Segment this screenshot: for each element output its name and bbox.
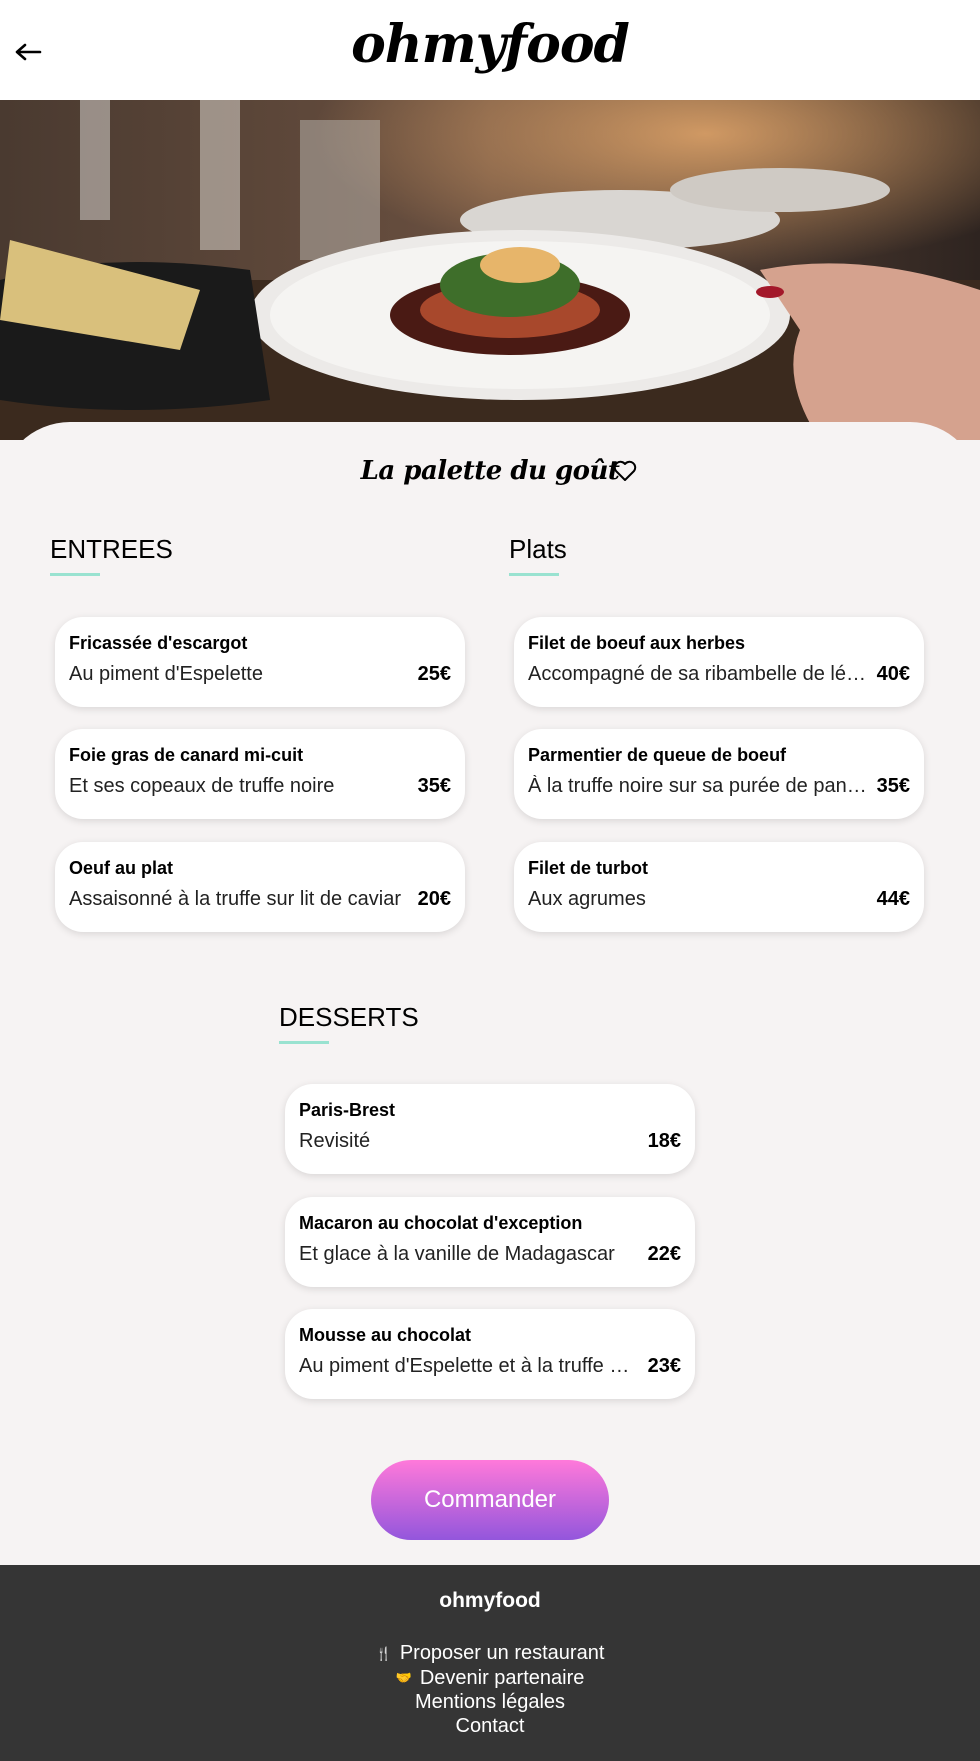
section-underline: [50, 573, 100, 576]
restaurant-menu: La palette du goût ENTREES Fricassée d'e…: [0, 422, 980, 1565]
dish-card[interactable]: Filet de turbot Aux agrumes 44€: [514, 842, 924, 932]
dish-name: Parmentier de queue de boeuf: [528, 745, 787, 765]
dish-description: Assaisonné à la truffe sur lit de caviar: [69, 888, 402, 910]
order-button[interactable]: Commander: [371, 1460, 609, 1540]
header: ohmyfood: [0, 0, 980, 100]
dish-card[interactable]: Foie gras de canard mi-cuit Et ses copea…: [55, 729, 465, 819]
dish-card[interactable]: Mousse au chocolat Au piment d'Espelette…: [285, 1309, 695, 1399]
dish-card[interactable]: Fricassée d'escargot Au piment d'Espelet…: [55, 617, 465, 707]
dish-card[interactable]: Parmentier de queue de boeuf À la truffe…: [514, 729, 924, 819]
section-label: Plats: [509, 534, 567, 564]
dish-description: À la truffe noire sur sa purée de panais: [528, 775, 868, 797]
dish-name: Oeuf au plat: [69, 858, 174, 878]
section-underline: [509, 573, 559, 576]
footer-links: 🍴 Proposer un restaurant 🤝 Devenir partena…: [0, 1641, 980, 1738]
footer-link-contact[interactable]: Contact: [0, 1714, 980, 1738]
dish-card[interactable]: Macaron au chocolat d'exception Et glace…: [285, 1197, 695, 1287]
footer-link-label: Devenir partenaire: [419, 1666, 585, 1689]
dish-description: Au piment d'Espelette et à la truffe n…: [299, 1355, 639, 1377]
dish-name: Paris-Brest: [299, 1100, 396, 1120]
dish-price: 18€: [647, 1130, 681, 1152]
section-label: ENTREES: [50, 534, 173, 564]
dish-name: Mousse au chocolat: [299, 1325, 472, 1345]
utensils-icon: 🍴: [375, 1645, 392, 1661]
dish-description: Au piment d'Espelette: [69, 663, 263, 685]
dish-name: Filet de boeuf aux herbes: [528, 633, 746, 653]
dish-price: 35€: [876, 775, 910, 797]
dish-description: Et ses copeaux de truffe noire: [69, 775, 335, 797]
dish-price: 20€: [417, 888, 451, 910]
heart-icon[interactable]: [613, 460, 637, 482]
section-underline: [279, 1041, 329, 1044]
dish-card[interactable]: Filet de boeuf aux herbes Accompagné de …: [514, 617, 924, 707]
dish-price: 25€: [417, 663, 451, 685]
handshake-icon: 🤝: [395, 1670, 412, 1686]
dish-description: Aux agrumes: [528, 888, 646, 910]
section-title-entrees: ENTREES: [50, 534, 173, 576]
app-logo[interactable]: ohmyfood: [0, 14, 980, 75]
dish-description: Revisité: [299, 1130, 371, 1152]
section-title-plats: Plats: [509, 534, 567, 576]
footer: ohmyfood 🍴 Proposer un restaurant 🤝 Deveni…: [0, 1565, 980, 1761]
dish-price: 22€: [647, 1243, 681, 1265]
dish-price: 40€: [876, 663, 910, 685]
dish-card[interactable]: Paris-Brest Revisité 18€: [285, 1084, 695, 1174]
dish-name: Filet de turbot: [528, 858, 648, 878]
dish-card[interactable]: Oeuf au plat Assaisonné à la truffe sur …: [55, 842, 465, 932]
footer-link-propose-restaurant[interactable]: 🍴 Proposer un restaurant: [0, 1641, 980, 1666]
dish-price: 23€: [647, 1355, 681, 1377]
section-label: DESSERTS: [279, 1002, 419, 1032]
footer-link-partner[interactable]: 🤝 Devenir partenaire: [0, 1666, 980, 1691]
footer-link-label: Proposer un restaurant: [399, 1642, 605, 1664]
dish-description: Et glace à la vanille de Madagascar: [299, 1243, 615, 1265]
footer-logo: ohmyfood: [439, 1589, 541, 1612]
dish-name: Macaron au chocolat d'exception: [299, 1213, 583, 1233]
hero-image: [0, 100, 980, 440]
restaurant-title: La palette du goût: [360, 456, 620, 486]
footer-link-legal[interactable]: Mentions légales: [0, 1690, 980, 1714]
dish-name: Fricassée d'escargot: [69, 633, 248, 653]
dish-price: 35€: [417, 775, 451, 797]
dish-name: Foie gras de canard mi-cuit: [69, 745, 304, 765]
dish-price: 44€: [876, 888, 910, 910]
dish-description: Accompagné de sa ribambelle de lég…: [528, 663, 868, 685]
section-title-desserts: DESSERTS: [279, 1002, 419, 1044]
